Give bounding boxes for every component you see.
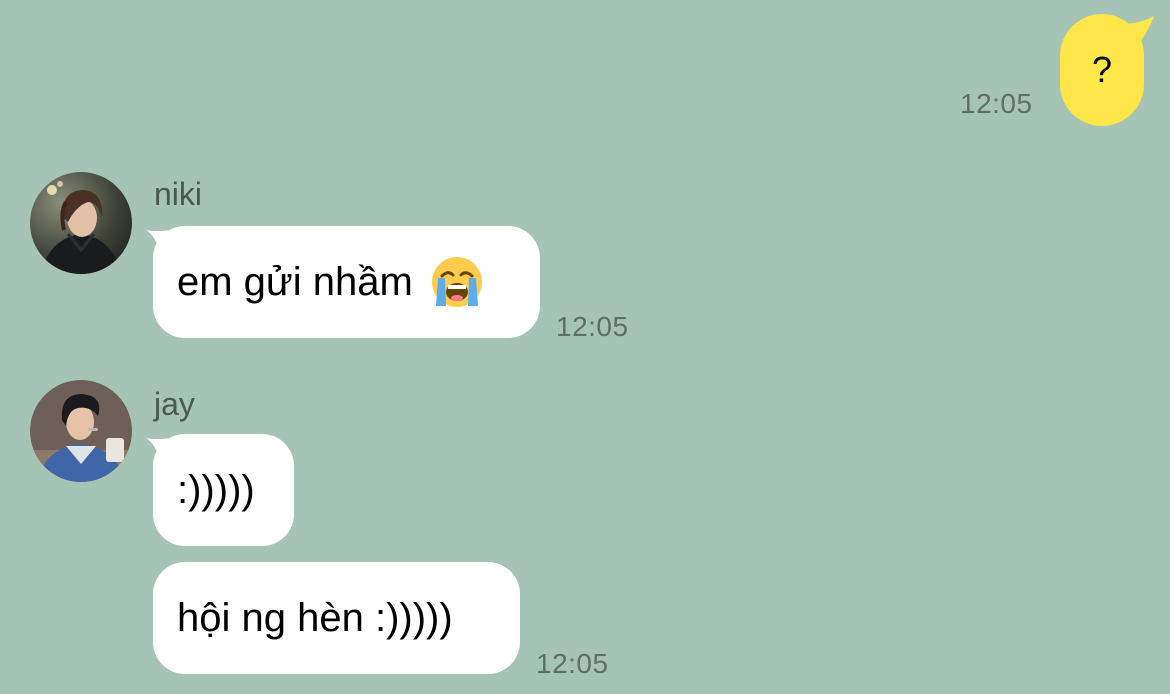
jay-message-text-2: hội ng hèn :))))) [177,596,453,640]
loudly-crying-face-icon [431,257,482,307]
outgoing-timestamp: 12:05 [960,88,1033,119]
niki-sender-name: niki [154,176,203,212]
outgoing-message-text: ? [1091,49,1113,90]
jay-sender-name: jay [154,386,195,422]
jay-message-bubble-1[interactable]: :))))) [153,434,294,546]
niki-message-text: em gửi nhầm [177,260,413,304]
niki-avatar[interactable] [30,172,132,274]
chat-area[interactable]: 12:05 ? niki em gửi nhầm 12:05 jay:))))… [0,0,1170,694]
niki-timestamp: 12:05 [556,311,629,342]
jay-message-text-1: :))))) [177,468,255,512]
jay-timestamp: 12:05 [536,648,609,679]
outgoing-message-bubble[interactable]: ? [1060,14,1144,126]
niki-message-bubble[interactable]: em gửi nhầm [153,226,540,338]
jay-message-bubble-2[interactable]: hội ng hèn :))))) [153,562,520,674]
jay-avatar-photo [30,380,132,482]
jay-avatar[interactable] [30,380,132,482]
niki-avatar-photo [30,172,132,274]
